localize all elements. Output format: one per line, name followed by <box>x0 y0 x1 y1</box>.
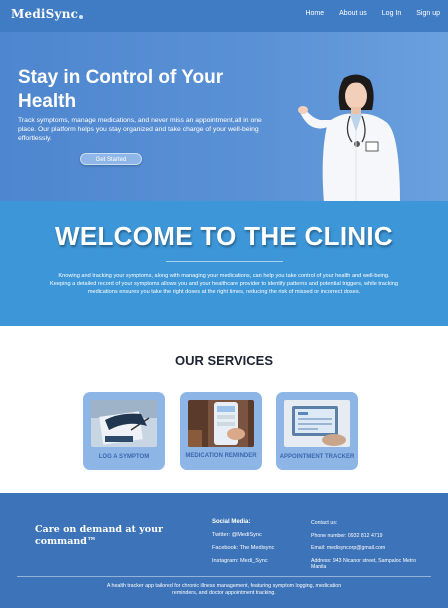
social-facebook-link[interactable]: Facebook: The Medisync <box>212 545 274 552</box>
logo-text: MediSync <box>11 7 79 21</box>
appointment-tracker-image <box>284 400 350 447</box>
welcome-heading: WELCOME TO THE CLINIC <box>54 221 394 251</box>
service-card-log-symptom[interactable]: LOG A SYMPTOM <box>83 392 165 470</box>
hero-section: Stay in Control of Your Health Track sym… <box>0 32 448 203</box>
nav-link-sign-up[interactable]: Sign up <box>416 10 440 17</box>
social-instagram-link[interactable]: Instagram: Medi_Sync <box>212 558 274 565</box>
medication-reminder-label: MEDICATION REMINDER <box>185 453 257 459</box>
services-section: OUR SERVICES LOG A SYMPTOM MEDICATION RE… <box>0 326 448 493</box>
social-media: Social Media: Twitter: @MediSync Faceboo… <box>212 519 274 571</box>
contact-phone: Phone number: 0932 812 4719 <box>311 532 383 539</box>
nav-link-about-us[interactable]: About us <box>339 10 367 17</box>
social-heading: Social Media: <box>212 519 251 525</box>
contact-info: Contact us: Phone number: 0932 812 4719 … <box>311 520 431 577</box>
logo-dot-icon <box>79 15 84 19</box>
footer-tagline: Care on demand at your command™ <box>35 524 163 547</box>
top-navbar: MediSync Home About us Log In Sign up <box>0 0 448 32</box>
nav-link-log-in[interactable]: Log In <box>382 10 401 17</box>
services-heading: OUR SERVICES <box>174 353 273 368</box>
appointment-tracker-label: APPOINTMENT TRACKER <box>279 454 355 460</box>
contact-address: Address: 943 Nicanor street, Sampaloc Me… <box>311 557 416 571</box>
log-symptom-label: LOG A SYMPTOM <box>98 454 150 460</box>
contact-heading: Contact us: <box>311 520 338 526</box>
medication-reminder-image <box>188 400 254 447</box>
service-card-medication-reminder[interactable]: MEDICATION REMINDER <box>180 392 262 470</box>
footer: Care on demand at your command™ Social M… <box>0 493 448 608</box>
service-card-appointment-tracker[interactable]: APPOINTMENT TRACKER <box>276 392 358 470</box>
nav-links: Home About us Log In Sign up <box>305 10 440 17</box>
welcome-section: WELCOME TO THE CLINIC Knowing and tracki… <box>0 201 448 326</box>
hero-title: Stay in Control of Your Health <box>18 67 224 112</box>
log-symptom-image <box>91 400 157 447</box>
doctor-image <box>298 74 400 203</box>
hero-description: Track symptoms, manage medications, and … <box>18 117 262 142</box>
logo[interactable]: MediSync <box>11 7 84 21</box>
get-started-button[interactable]: Get Started <box>80 153 142 165</box>
footer-description: A health tracker app tailored for chroni… <box>106 583 342 596</box>
social-twitter-link[interactable]: Twitter: @MediSync <box>212 532 274 539</box>
welcome-text: Knowing and tracking your symptoms, alon… <box>50 273 398 295</box>
nav-link-home[interactable]: Home <box>305 10 324 17</box>
divider <box>166 261 283 262</box>
contact-email: Email: medisyncorp@gmail.com <box>311 545 386 551</box>
footer-divider <box>17 576 431 577</box>
